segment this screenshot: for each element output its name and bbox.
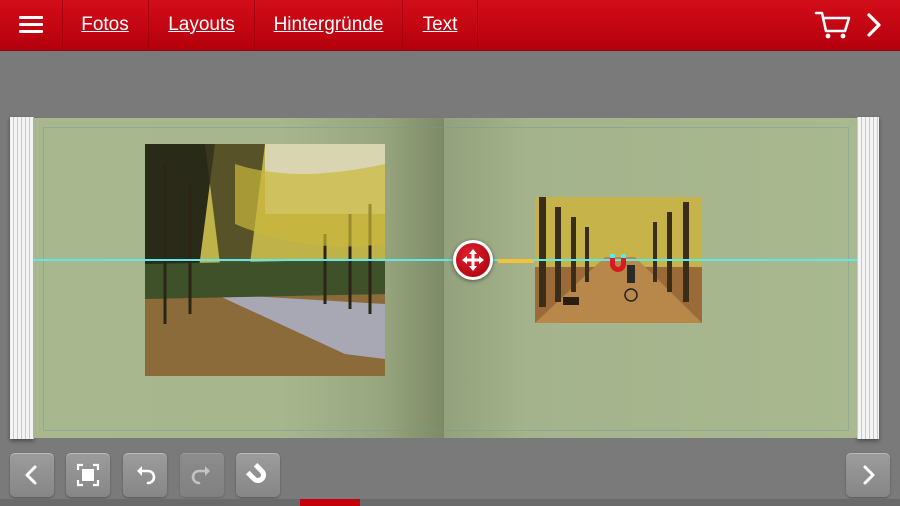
forward-button[interactable] (846, 453, 890, 497)
move-handle[interactable] (453, 240, 493, 280)
tab-text[interactable]: Text (403, 0, 478, 50)
back-button[interactable] (10, 453, 54, 497)
chevron-right-icon (863, 465, 875, 485)
undo-icon (137, 466, 156, 485)
redo-icon (191, 466, 210, 485)
menu-button[interactable] (0, 0, 63, 50)
hamburger-icon (19, 16, 43, 34)
bottom-toolbar (0, 450, 900, 506)
photo-book-spread (10, 117, 879, 439)
redo-button[interactable] (180, 453, 224, 497)
page-progress-track (0, 499, 900, 506)
book-page-edge-right (857, 117, 879, 439)
cart-icon[interactable] (814, 9, 852, 41)
horizontal-alignment-guide (33, 259, 857, 261)
chevron-right-icon[interactable] (862, 9, 886, 41)
snap-toggle-button[interactable] (236, 453, 280, 497)
fit-view-button[interactable] (66, 453, 110, 497)
undo-button[interactable] (123, 453, 167, 497)
fit-screen-icon (76, 463, 100, 487)
snap-highlight-line (498, 259, 534, 263)
tab-layouts[interactable]: Layouts (149, 0, 255, 50)
move-arrows-icon (462, 249, 484, 271)
page-progress-indicator[interactable] (300, 499, 360, 506)
magnet-icon (610, 254, 626, 272)
top-navigation-bar: Fotos Layouts Hintergründe Text (0, 0, 900, 51)
tab-fotos[interactable]: Fotos (62, 0, 149, 50)
magnet-icon (245, 462, 266, 483)
book-page-edge-left (10, 117, 34, 439)
tab-hintergruende[interactable]: Hintergründe (255, 0, 403, 50)
chevron-left-icon (25, 465, 37, 485)
